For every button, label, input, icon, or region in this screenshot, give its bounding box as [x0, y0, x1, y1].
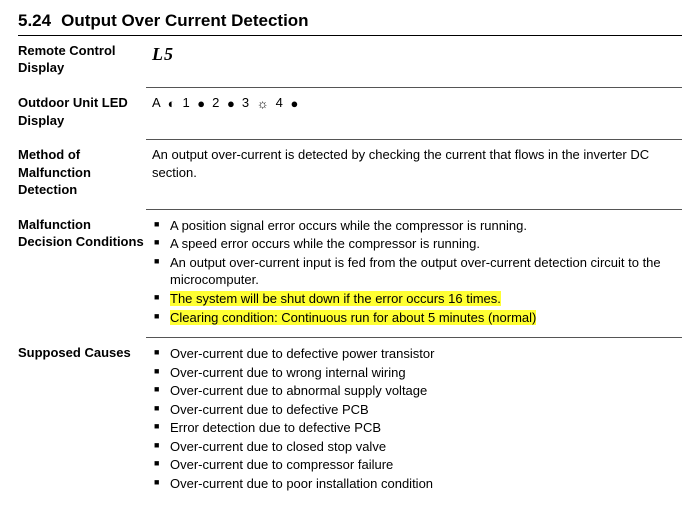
led-index: 4: [276, 95, 289, 110]
led-label: Outdoor Unit LED Display: [18, 94, 152, 129]
led-index: 3: [242, 95, 255, 110]
list-item: An output over-current input is fed from…: [152, 254, 682, 289]
remote-code: L5: [152, 44, 174, 64]
causes-list: Over-current due to defective power tran…: [152, 345, 682, 492]
method-text: An output over-current is detected by ch…: [152, 146, 682, 181]
list-item: Over-current due to abnormal supply volt…: [152, 382, 682, 400]
heading-title: Output Over Current Detection: [61, 11, 308, 30]
method-label: Method of Malfunction Detection: [18, 146, 152, 199]
list-item: Over-current due to compressor failure: [152, 456, 682, 474]
led-symbol-flash: ◐: [168, 95, 177, 113]
highlighted-text: Clearing condition: Continuous run for a…: [170, 310, 536, 325]
highlighted-text: The system will be shut down if the erro…: [170, 291, 501, 306]
led-symbol-on: ●: [197, 95, 206, 113]
heading-number: 5.24: [18, 11, 51, 30]
list-item: Over-current due to defective PCB: [152, 401, 682, 419]
divider: [146, 87, 682, 88]
divider: [146, 139, 682, 140]
heading-rule: [18, 35, 682, 36]
list-item: The system will be shut down if the erro…: [152, 290, 682, 308]
list-item: A position signal error occurs while the…: [152, 217, 682, 235]
led-row: A ◐1 ●2 ●3 ☼4 ●: [152, 95, 305, 110]
section-heading: 5.24 Output Over Current Detection: [18, 10, 682, 33]
list-item: Over-current due to defective power tran…: [152, 345, 682, 363]
led-index: A: [152, 95, 166, 110]
led-symbol-on: ●: [290, 95, 299, 113]
led-index: 2: [212, 95, 225, 110]
causes-label: Supposed Causes: [18, 344, 152, 362]
divider: [146, 337, 682, 338]
divider: [146, 209, 682, 210]
list-item: Over-current due to closed stop valve: [152, 438, 682, 456]
list-item: A speed error occurs while the compresso…: [152, 235, 682, 253]
decision-label: Malfunction Decision Conditions: [18, 216, 152, 251]
decision-list: A position signal error occurs while the…: [152, 217, 682, 326]
led-symbol-on: ●: [227, 95, 236, 113]
list-item: Over-current due to poor installation co…: [152, 475, 682, 493]
list-item: Error detection due to defective PCB: [152, 419, 682, 437]
list-item: Clearing condition: Continuous run for a…: [152, 309, 682, 327]
led-index: 1: [182, 95, 195, 110]
remote-label: Remote Control Display: [18, 42, 152, 77]
list-item: Over-current due to wrong internal wirin…: [152, 364, 682, 382]
led-symbol-off: ☼: [257, 95, 270, 113]
